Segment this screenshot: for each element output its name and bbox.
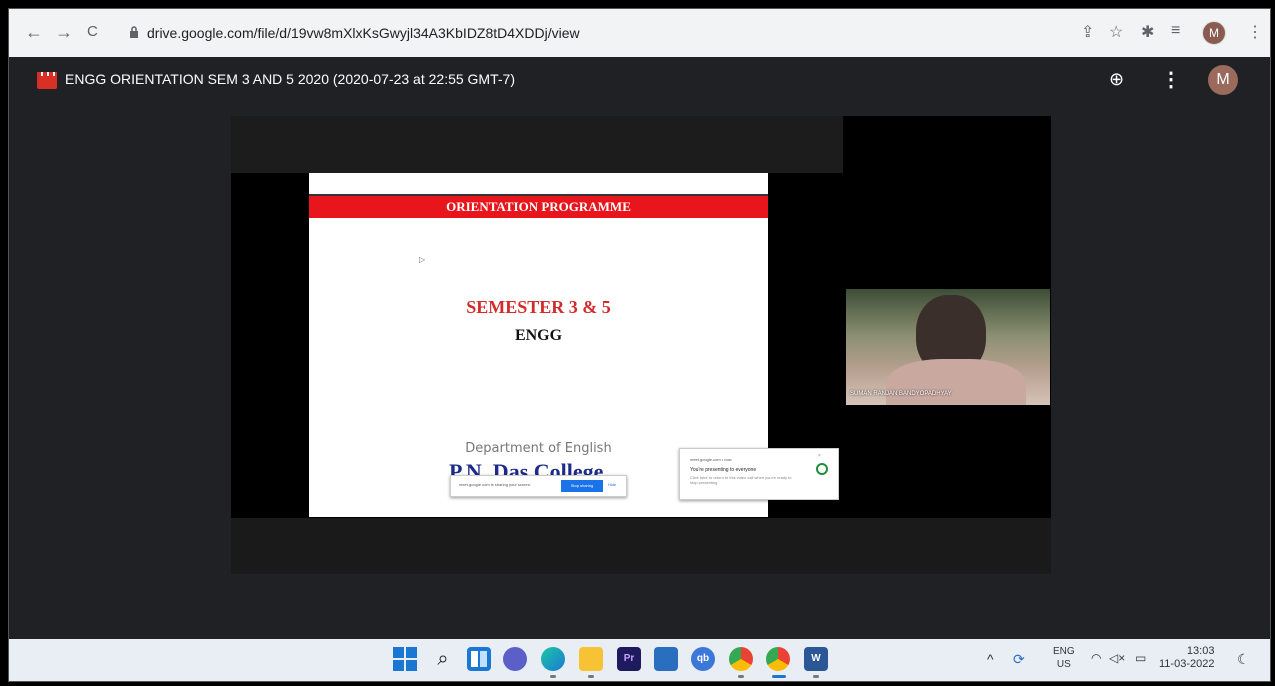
screen-share-bar: meet.google.com is sharing your screen. … (450, 475, 627, 497)
more-options-icon[interactable]: ⋮ (1161, 67, 1181, 92)
participant-camera: SUMAN RANJAN BANDYOPADHYAY (846, 289, 1050, 405)
windows-start-icon[interactable] (393, 647, 417, 671)
reload-icon[interactable]: C (87, 21, 98, 43)
language-indicator[interactable]: ENG US (1053, 645, 1075, 671)
participant-body (886, 359, 1026, 405)
drive-header: ENGG ORIENTATION SEM 3 AND 5 2020 (2020-… (9, 57, 1270, 105)
share-icon[interactable]: ⇪ (1081, 22, 1094, 42)
edge-icon[interactable] (541, 647, 565, 671)
extensions-icon[interactable]: ✱ (1141, 22, 1154, 42)
add-shortcut-icon[interactable]: ⊕ (1109, 69, 1124, 90)
star-icon[interactable]: ☆ (1109, 22, 1123, 42)
chrome-profile-icon[interactable] (729, 647, 753, 671)
teams-chat-icon[interactable] (503, 647, 527, 671)
file-title: ENGG ORIENTATION SEM 3 AND 5 2020 (2020-… (65, 71, 515, 87)
account-avatar[interactable]: M (1208, 65, 1238, 95)
notification-body: Click here to return to this video call … (690, 475, 792, 485)
slide-subject: ENGG (514, 327, 563, 344)
address-bar[interactable]: drive.google.com/file/d/19vw8mXlxKsGwyjl… (119, 18, 1079, 48)
word-icon[interactable]: W (804, 647, 828, 671)
running-indicator (550, 675, 556, 678)
clock[interactable]: 13:03 11-03-2022 (1159, 645, 1214, 671)
screen: ← → C drive.google.com/file/d/19vw8mXlxK… (8, 8, 1271, 682)
notifications-icon[interactable]: ☾ (1237, 651, 1250, 668)
slide-banner: ORIENTATION PROGRAMME (309, 194, 768, 218)
notification-title: You're presenting to everyone (690, 467, 757, 473)
onedrive-sync-icon[interactable]: ⟳ (1013, 651, 1025, 668)
participant-name: SUMAN RANJAN BANDYOPADHYAY (850, 391, 952, 397)
share-bar-text: meet.google.com is sharing your screen. (459, 482, 532, 487)
running-indicator (588, 675, 594, 678)
premiere-pro-icon[interactable]: Pr (617, 647, 641, 671)
forward-icon[interactable]: → (55, 21, 73, 43)
running-indicator (813, 675, 819, 678)
date-text: 11-03-2022 (1159, 658, 1215, 670)
search-icon[interactable]: ⌕ (431, 647, 455, 671)
lock-icon (130, 26, 138, 38)
slide-semester: SEMESTER 3 & 5 (466, 297, 611, 317)
volume-muted-icon[interactable]: ◁× (1109, 651, 1125, 665)
profile-avatar[interactable]: M (1202, 21, 1226, 45)
mouse-pointer-icon: ▷ (419, 255, 426, 264)
wifi-icon[interactable]: ◠ (1091, 651, 1101, 665)
time-text: 13:03 (1186, 645, 1215, 657)
browser-menu-icon[interactable]: ⋮ (1247, 22, 1263, 42)
region-code: US (1056, 659, 1071, 670)
stop-sharing-button: Stop sharing (561, 480, 603, 492)
active-indicator (772, 675, 786, 678)
browser-toolbar: ← → C drive.google.com/file/d/19vw8mXlxK… (9, 9, 1270, 57)
video-top-band (231, 116, 843, 173)
file-explorer-icon[interactable] (579, 647, 603, 671)
taskbar: ⌕ Pr qb W ^ ⟳ ENG US ◠ ◁× ▭ 13:03 11-03-… (9, 639, 1270, 681)
notification-source: meet.google.com • now (690, 457, 732, 462)
lang-code: ENG (1053, 646, 1075, 657)
video-file-icon (37, 72, 57, 89)
url-text: drive.google.com/file/d/19vw8mXlxKsGwyjl… (147, 25, 580, 41)
calculator-icon[interactable] (654, 647, 678, 671)
presenting-notification: meet.google.com • now × You're presentin… (679, 448, 839, 500)
playlist-icon[interactable]: ≡ (1171, 22, 1180, 40)
snap-layout-icon[interactable] (467, 647, 491, 671)
tray-chevron-icon[interactable]: ^ (987, 651, 994, 667)
battery-icon[interactable]: ▭ (1135, 651, 1146, 665)
video-player[interactable]: ORIENTATION PROGRAMME ▷ SEMESTER 3 & 5 E… (231, 116, 1051, 574)
chrome-active-icon[interactable] (766, 647, 790, 671)
running-indicator (738, 675, 744, 678)
hide-link: Hide (608, 482, 617, 487)
close-icon: × (818, 453, 821, 459)
video-bottom-band (231, 518, 1051, 574)
meet-icon (816, 463, 828, 475)
qbittorrent-icon[interactable]: qb (691, 647, 715, 671)
back-icon[interactable]: ← (25, 21, 43, 43)
